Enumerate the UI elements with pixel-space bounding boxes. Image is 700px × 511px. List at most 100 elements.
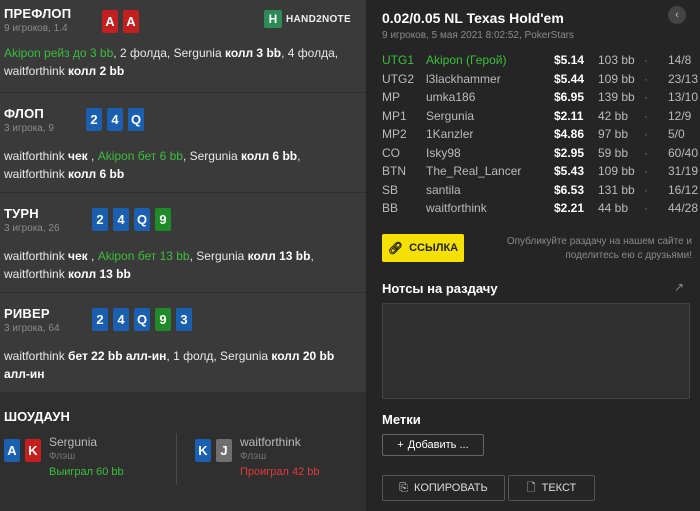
action-text: waitforthink: [4, 349, 65, 363]
hand2note-logo: H HAND2NOTE: [264, 9, 360, 29]
share-link-button[interactable]: 🔗︎ ССЫЛКА: [382, 234, 464, 262]
street-subtitle: 3 игрока, 9: [4, 123, 54, 134]
action-text: колл 13 bb: [64, 267, 131, 281]
player-stack: $4.86: [554, 127, 585, 141]
board-card: 2: [92, 208, 108, 231]
player-name[interactable]: Isky98: [426, 146, 461, 160]
action-text: waitforthink: [4, 149, 65, 163]
player-stack: $2.95: [554, 145, 585, 160]
table-row[interactable]: UTG2 l3lackhammer $5.44 109 bb · 23/13: [382, 71, 698, 91]
preflop-section: ПРЕФЛОП 9 игроков, 1.4 A A H HAND2NOTE A…: [0, 0, 366, 92]
table-row[interactable]: BB waitforthink $2.21 44 bb · 44/28: [382, 201, 698, 220]
turn-actions: waitforthink чек , Akipon бет 13 bb, Ser…: [4, 247, 356, 283]
table-row[interactable]: SB santila $6.53 131 bb · 16/12: [382, 182, 698, 202]
player-stats: 13/10: [668, 90, 699, 104]
hand-meta: 9 игроков, 5 мая 2021 8:02:52, PokerStar…: [382, 30, 574, 41]
player-stack-bb: 131 bb: [598, 182, 635, 197]
table-row[interactable]: MP umka186 $6.95 139 bb · 13/10: [382, 90, 698, 109]
showdown-divider: [176, 433, 177, 485]
notes-input[interactable]: [382, 303, 690, 399]
action-text: колл 6 bb: [64, 167, 125, 181]
player-stack: $2.11: [554, 108, 584, 123]
player-position: BB: [382, 201, 399, 215]
river-section: РИВЕР 3 игрока, 64 2 4 Q 9 3 waitforthin…: [0, 293, 366, 392]
street-subtitle: 9 игроков, 1.4: [4, 23, 68, 34]
board-card: 9: [155, 208, 171, 231]
player-stack-bb: 103 bb: [598, 53, 635, 67]
board-card: Q: [128, 108, 144, 131]
row-separator: ·: [644, 127, 648, 141]
external-link-icon[interactable]: ↗: [674, 280, 684, 294]
hand-info-panel: 0.02/0.05 NL Texas Hold'em 9 игроков, 5 …: [366, 0, 700, 511]
player-name[interactable]: Sergunia: [426, 109, 474, 123]
board-card: 2: [86, 108, 102, 131]
player-stats: 12/9: [668, 108, 692, 123]
street-title: ТУРН: [4, 206, 39, 221]
row-separator: ·: [644, 71, 648, 86]
preflop-actions: Akipon рейз до 3 bb, 2 фолда, Sergunia к…: [4, 44, 356, 80]
action-text: колл 6 bb: [237, 149, 298, 163]
showdown-card: A: [4, 439, 20, 462]
street-title: ПРЕФЛОП: [4, 6, 72, 21]
table-row[interactable]: MP2 1Kanzler $4.86 97 bb · 5/0: [382, 127, 692, 146]
turn-section: ТУРН 3 игрока, 26 2 4 Q 9 waitforthink ч…: [0, 193, 366, 292]
row-separator: ·: [644, 108, 648, 123]
row-separator: ·: [644, 145, 648, 160]
document-icon: 🗋︎: [526, 481, 536, 494]
player-stack: $6.53: [554, 182, 585, 197]
player-name[interactable]: santila: [426, 183, 461, 197]
table-row[interactable]: BTN The_Real_Lancer $5.43 109 bb · 31/19: [382, 164, 698, 183]
link-icon: 🔗︎: [387, 241, 404, 255]
showdown-result-win: Выиграл 60 bb: [49, 466, 124, 478]
table-row[interactable]: CO Isky98 $2.95 59 bb · 60/40: [382, 145, 698, 165]
showdown-result-loss: Проиграл 42 bb: [240, 466, 320, 478]
player-stats: 31/19: [668, 164, 699, 178]
player-stack-bb: 97 bb: [598, 127, 629, 141]
copy-button[interactable]: ⎘ КОПИРОВАТЬ: [382, 475, 505, 501]
row-separator: ·: [644, 201, 648, 215]
player-name[interactable]: The_Real_Lancer: [426, 164, 521, 178]
tags-title: Метки: [382, 412, 421, 427]
action-text: , Sergunia: [189, 249, 245, 263]
text-button[interactable]: 🗋︎ ТЕКСТ: [508, 475, 595, 501]
collapse-icon[interactable]: ‹: [668, 6, 686, 24]
player-stack-bb: 42 bb: [598, 108, 629, 123]
action-text: ,: [87, 249, 98, 263]
street-subtitle: 3 игрока, 26: [4, 223, 60, 234]
table-row[interactable]: UTG1 Akipon (Герой) $5.14 103 bb · 14/8: [382, 53, 692, 72]
hero-card: A: [102, 10, 118, 33]
showdown-player-name: Sergunia: [49, 435, 98, 449]
action-text: чек: [64, 149, 88, 163]
player-stack-bb: 139 bb: [598, 90, 635, 104]
action-text: waitforthink: [4, 249, 65, 263]
players-table: UTG1 Akipon (Герой) $5.14 103 bb · 14/8 …: [382, 53, 698, 220]
flop-actions: waitforthink чек , Akipon бет 6 bb, Serg…: [4, 147, 356, 183]
add-tag-button[interactable]: + Добавить ...: [382, 434, 484, 456]
player-name[interactable]: l3lackhammer: [426, 72, 501, 86]
player-stats: 44/28: [668, 201, 699, 215]
board-card: 2: [92, 308, 108, 331]
share-link-label: ССЫЛКА: [409, 242, 459, 254]
player-name[interactable]: Akipon (Герой): [426, 53, 506, 67]
action-text: чек: [64, 249, 88, 263]
action-text: waitforthink: [4, 64, 65, 78]
player-stack: $5.14: [554, 53, 585, 67]
hand-title: 0.02/0.05 NL Texas Hold'em: [382, 10, 564, 26]
player-position: SB: [382, 182, 399, 197]
copy-label: КОПИРОВАТЬ: [414, 482, 488, 494]
table-row[interactable]: MP1 Sergunia $2.11 42 bb · 12/9: [382, 109, 692, 128]
row-separator: ·: [644, 53, 648, 67]
action-text: колл 2 bb: [64, 64, 125, 78]
player-name[interactable]: waitforthink: [426, 201, 487, 215]
player-stack: $5.43: [554, 164, 585, 178]
flop-section: ФЛОП 3 игрока, 9 2 4 Q waitforthink чек …: [0, 93, 366, 192]
player-stack-bb: 109 bb: [598, 71, 635, 86]
action-text: , 4 фолда,: [281, 46, 339, 60]
action-text: , Sergunia: [182, 149, 238, 163]
action-text: , 2 фолда,: [113, 46, 174, 60]
action-text: ,: [87, 149, 98, 163]
player-stack: $5.44: [554, 71, 585, 86]
street-subtitle: 3 игрока, 64: [4, 323, 60, 334]
player-name[interactable]: umka186: [426, 90, 475, 104]
player-name[interactable]: 1Kanzler: [426, 127, 473, 141]
